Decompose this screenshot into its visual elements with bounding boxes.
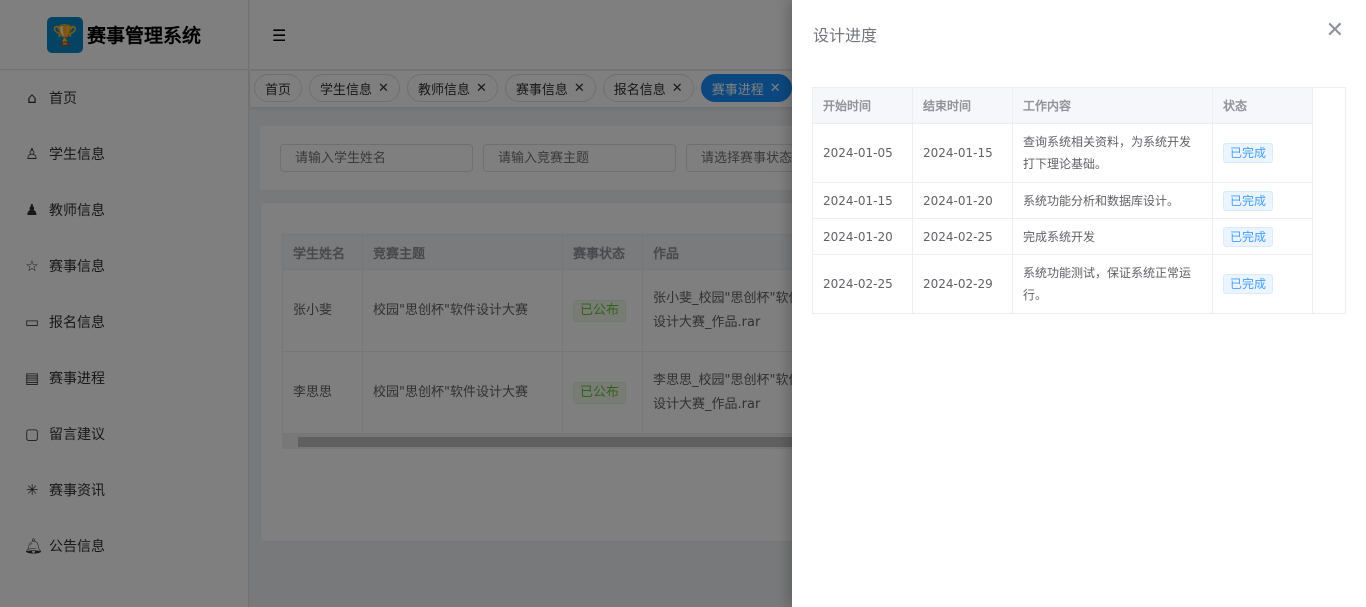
start-date: 2024-02-25 bbox=[812, 254, 913, 314]
table-row: 2024-01-15 2024-01-20 系统功能分析和数据库设计。 已完成 bbox=[812, 182, 1346, 219]
start-date: 2024-01-15 bbox=[812, 182, 913, 219]
start-date: 2024-01-05 bbox=[812, 123, 913, 183]
table-row: 2024-01-05 2024-01-15 查询系统相关资料，为系统开发打下理论… bbox=[812, 123, 1346, 183]
drawer-title: 设计进度 bbox=[813, 26, 878, 45]
column-header: 开始时间 bbox=[812, 87, 913, 124]
design-progress-table: 开始时间 结束时间 工作内容 状态 2024-01-05 2024-01-15 … bbox=[812, 87, 1346, 314]
work-content: 查询系统相关资料，为系统开发打下理论基础。 bbox=[1012, 123, 1213, 183]
status-badge: 已完成 bbox=[1223, 226, 1274, 247]
status-cell: 已完成 bbox=[1212, 182, 1313, 219]
end-date: 2024-01-15 bbox=[912, 123, 1013, 183]
table-row: 2024-02-25 2024-02-29 系统功能测试，保证系统正常运行。 已… bbox=[812, 254, 1346, 314]
end-date: 2024-01-20 bbox=[912, 182, 1013, 219]
end-date: 2024-02-25 bbox=[912, 218, 1013, 255]
column-header: 状态 bbox=[1212, 87, 1313, 124]
gutter bbox=[1312, 87, 1346, 314]
table-header: 开始时间 结束时间 工作内容 状态 bbox=[812, 87, 1346, 314]
work-content: 系统功能分析和数据库设计。 bbox=[1012, 182, 1213, 219]
status-cell: 已完成 bbox=[1212, 254, 1313, 314]
column-header: 结束时间 bbox=[912, 87, 1013, 124]
status-badge: 已完成 bbox=[1223, 143, 1274, 163]
work-content: 系统功能测试，保证系统正常运行。 bbox=[1012, 254, 1213, 314]
progress-drawer: 设计进度 ✕ 开始时间 结束时间 工作内容 状态 2024-01-05 2024… bbox=[792, 0, 1366, 607]
end-date: 2024-02-29 bbox=[912, 254, 1013, 314]
start-date: 2024-01-20 bbox=[812, 218, 913, 255]
status-badge: 已完成 bbox=[1223, 190, 1274, 211]
status-badge: 已完成 bbox=[1223, 274, 1274, 294]
status-cell: 已完成 bbox=[1212, 218, 1313, 255]
table-row: 2024-01-20 2024-02-25 完成系统开发 已完成 bbox=[812, 218, 1346, 255]
work-content: 完成系统开发 bbox=[1012, 218, 1213, 255]
status-cell: 已完成 bbox=[1212, 123, 1313, 183]
close-icon[interactable]: ✕ bbox=[1326, 18, 1344, 43]
column-header: 工作内容 bbox=[1012, 87, 1213, 124]
